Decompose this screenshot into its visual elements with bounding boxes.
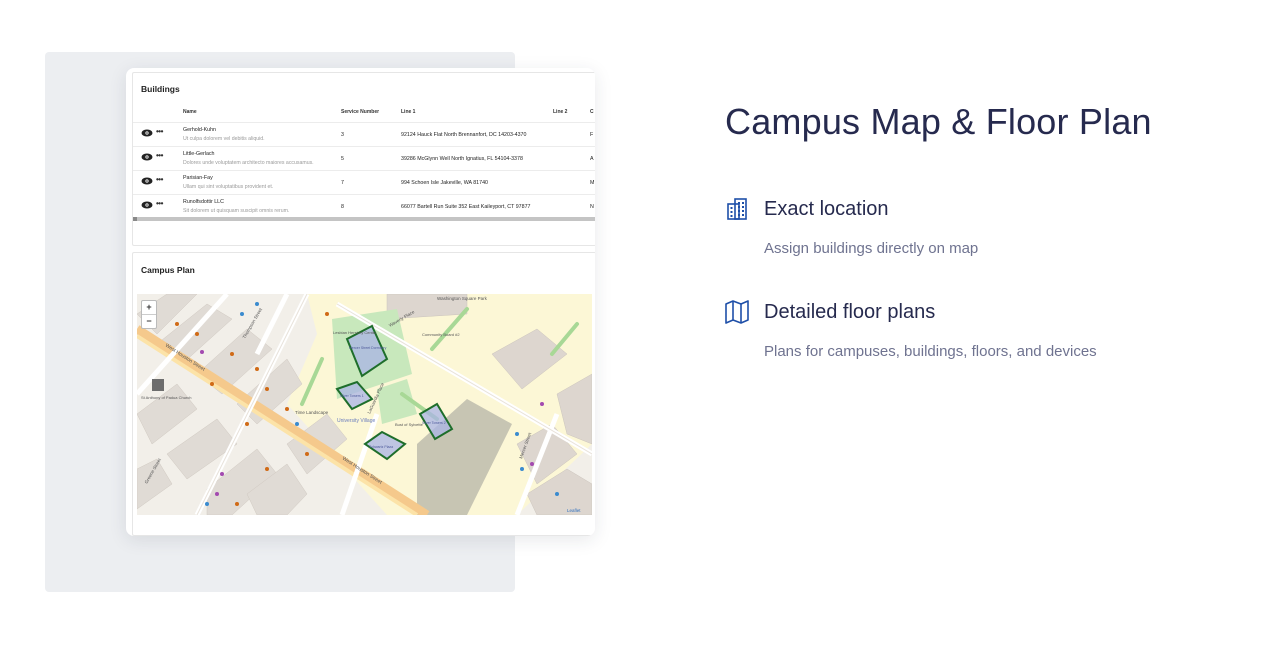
row-cut: F bbox=[590, 132, 594, 138]
leaflet-link[interactable]: Leaflet bbox=[567, 508, 581, 513]
row-cut: N bbox=[590, 204, 594, 210]
page-title: Campus Map & Floor Plan bbox=[725, 101, 1152, 142]
col-line2[interactable]: Line 2 bbox=[553, 109, 567, 115]
label-building-b: Silver Towers 1 bbox=[340, 394, 364, 398]
row-line1: 39286 McGlynn Well North Ignatius, FL 54… bbox=[401, 156, 523, 162]
more-icon[interactable]: ••• bbox=[156, 199, 163, 208]
zoom-in-button[interactable]: + bbox=[142, 301, 156, 315]
campus-plan-panel: Campus Plan Washington Square Park Waver… bbox=[132, 252, 595, 536]
label-community-board: Community Board #2 bbox=[422, 332, 460, 337]
row-subtitle: Sit dolorem ut quisquam suscipit omnis r… bbox=[183, 208, 290, 214]
label-lesbian-center: Lesbian Herstory Center bbox=[333, 330, 377, 335]
row-cut: M bbox=[590, 180, 595, 186]
view-icon[interactable] bbox=[141, 201, 153, 209]
row-service-number: 8 bbox=[341, 204, 344, 210]
row-line1: 92124 Hauck Flat North Brennanfort, DC 1… bbox=[401, 132, 527, 138]
label-building-c: Silver Towers 2 bbox=[422, 421, 446, 425]
col-name[interactable]: Name bbox=[183, 109, 197, 115]
label-building-a: Mercer Street Dormitory bbox=[349, 346, 387, 350]
buildings-panel: Buildings Name Service Number Line 1 Lin… bbox=[132, 72, 595, 246]
row-service-number: 7 bbox=[341, 180, 344, 186]
more-icon[interactable]: ••• bbox=[156, 127, 163, 136]
campus-map[interactable]: Washington Square Park Waverly Place Wes… bbox=[137, 294, 592, 515]
table-row[interactable]: ••• Little-Gerlach Dolores unde voluptat… bbox=[133, 146, 595, 171]
label-bust-of-sylvette: Bust of Sylvette bbox=[395, 422, 424, 427]
map-canvas[interactable]: Washington Square Park Waverly Place Wes… bbox=[137, 294, 592, 515]
feature-description: Assign buildings directly on map bbox=[764, 240, 979, 257]
view-icon[interactable] bbox=[141, 177, 153, 185]
feature-title: Detailed floor plans bbox=[764, 301, 936, 323]
col-line1[interactable]: Line 1 bbox=[401, 109, 415, 115]
more-icon[interactable]: ••• bbox=[156, 151, 163, 160]
label-university-village: University Village bbox=[337, 418, 375, 424]
view-icon[interactable] bbox=[141, 129, 153, 137]
table-row[interactable]: ••• Gerhold-Kuhn Ut culpa dolorem vel de… bbox=[133, 122, 595, 147]
row-name: Runolfsdottir LLC bbox=[183, 199, 224, 205]
row-service-number: 5 bbox=[341, 156, 344, 162]
col-cut[interactable]: C bbox=[590, 109, 594, 115]
map-icon bbox=[725, 300, 749, 324]
row-name: Parisian-Fay bbox=[183, 175, 213, 181]
app-preview-card: Buildings Name Service Number Line 1 Lin… bbox=[126, 68, 595, 536]
row-cut: A bbox=[590, 156, 594, 162]
label-building-d: Schwartz Plaza bbox=[369, 445, 393, 449]
label-time-landscape: Time Landscape bbox=[295, 410, 329, 415]
row-line1: 994 Schoen Isle Jakeville, WA 81740 bbox=[401, 180, 488, 186]
campus-plan-title: Campus Plan bbox=[141, 265, 195, 275]
feature-title: Exact location bbox=[764, 198, 889, 220]
row-name: Little-Gerlach bbox=[183, 151, 215, 157]
more-icon[interactable]: ••• bbox=[156, 175, 163, 184]
label-washington-square: Washington Square Park bbox=[437, 296, 488, 301]
label-st-anthony: St Anthony of Padua Church bbox=[141, 395, 191, 400]
row-line1: 66077 Bartell Run Suite 352 East Kaileyp… bbox=[401, 204, 531, 210]
feature-description: Plans for campuses, buildings, floors, a… bbox=[764, 343, 1097, 360]
col-service-number[interactable]: Service Number bbox=[341, 109, 379, 115]
map-zoom-control: + − bbox=[141, 300, 157, 329]
row-subtitle: Ullam qui sint voluptatibus provident et… bbox=[183, 184, 274, 190]
horizontal-scrollbar[interactable] bbox=[133, 217, 595, 221]
row-service-number: 3 bbox=[341, 132, 344, 138]
building-icon bbox=[727, 198, 747, 220]
row-name: Gerhold-Kuhn bbox=[183, 127, 216, 133]
view-icon[interactable] bbox=[141, 153, 153, 161]
row-subtitle: Dolores unde voluptatem architecto maior… bbox=[183, 160, 314, 166]
row-subtitle: Ut culpa dolorem vel debitis aliquid. bbox=[183, 136, 265, 142]
buildings-title: Buildings bbox=[141, 84, 180, 94]
table-row[interactable]: ••• Runolfsdottir LLC Sit dolorem ut qui… bbox=[133, 194, 595, 219]
table-row[interactable]: ••• Parisian-Fay Ullam qui sint voluptat… bbox=[133, 170, 595, 195]
zoom-out-button[interactable]: − bbox=[142, 315, 156, 328]
